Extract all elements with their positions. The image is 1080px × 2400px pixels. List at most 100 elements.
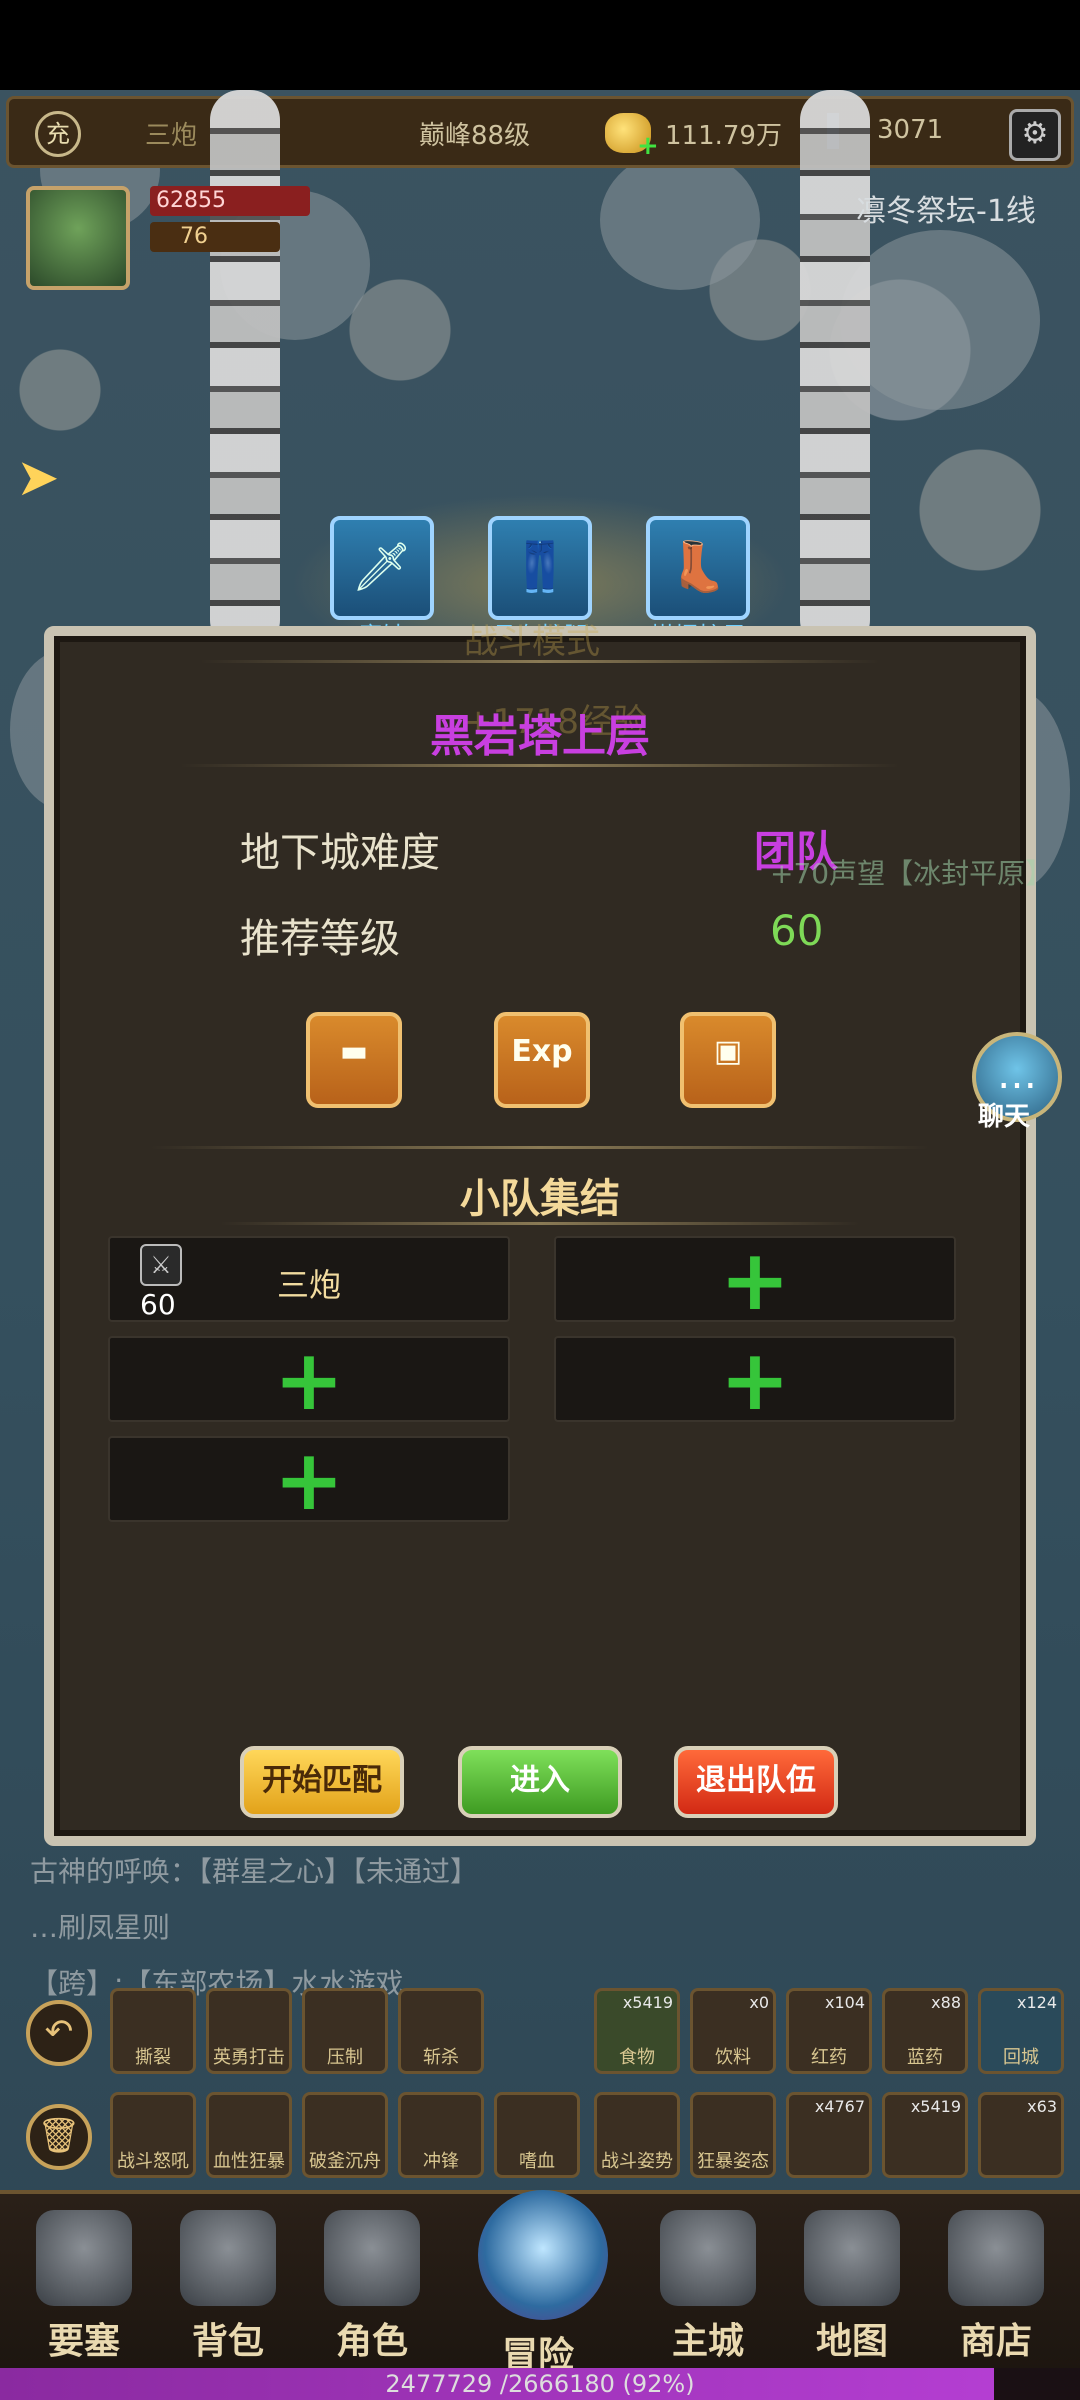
- nav-shop[interactable]: 商店: [936, 2210, 1056, 2362]
- item-label: 回城: [1003, 2047, 1039, 2068]
- gem-amount: 3071: [877, 115, 944, 145]
- nav-main-city[interactable]: 主城: [648, 2210, 768, 2362]
- skill-label: 血性狂暴: [213, 2151, 285, 2172]
- member-name: 三炮: [276, 1266, 341, 1304]
- left-chain: [210, 90, 280, 650]
- item-slot[interactable]: x63: [978, 2092, 1064, 2178]
- skill-bar-1: 撕裂 英勇打击 压制 斩杀 x5419 食物 x0 饮料 x104 红药 x88 蓝药 …: [110, 1988, 1070, 2078]
- divider: [200, 660, 880, 663]
- item-slot[interactable]: x5419: [882, 2092, 968, 2178]
- nav-label: 背包: [191, 2321, 264, 2362]
- divider: [220, 1222, 860, 1225]
- equip-slot-legs[interactable]: 👖: [488, 516, 592, 620]
- skill-bar-2: 战斗怒吼 血性狂暴 破釜沉舟 冲锋 嗜血 战斗姿势 狂暴姿态 x4767 x54…: [110, 2092, 1070, 2182]
- nav-label: 角色: [335, 2321, 408, 2362]
- fortress-icon: [36, 2210, 132, 2306]
- squad-title: 小队集结: [460, 1176, 620, 1222]
- backpack-icon: [180, 2210, 276, 2306]
- level-label: 推荐等级: [240, 916, 400, 962]
- nav-character[interactable]: 角色: [312, 2210, 432, 2362]
- skill-slot[interactable]: 血性狂暴: [206, 2092, 292, 2178]
- equip-slot-weapon[interactable]: 🗡: [330, 516, 434, 620]
- item-slot[interactable]: x4767: [786, 2092, 872, 2178]
- level-value: 60: [770, 906, 824, 955]
- skill-slot[interactable]: 战斗姿势: [594, 2092, 680, 2178]
- squad-slot-member[interactable]: ⚔ 60 三炮: [108, 1236, 510, 1322]
- chat-label: 聊天: [978, 1102, 1031, 1132]
- item-count: x124: [1016, 1993, 1057, 2012]
- skill-label: 破釜沉舟: [309, 2151, 381, 2172]
- add-member-icon: +: [719, 1331, 791, 1429]
- nav-label: 主城: [671, 2321, 744, 2362]
- settings-icon[interactable]: ⚙: [1009, 109, 1061, 161]
- add-member-icon: +: [273, 1431, 345, 1529]
- expand-arrow-icon[interactable]: ➤: [16, 448, 60, 508]
- skill-label: 冲锋: [423, 2151, 459, 2172]
- skill-label: 嗜血: [519, 2151, 555, 2172]
- player-avatar[interactable]: [26, 186, 130, 290]
- item-count: x63: [1027, 2097, 1057, 2116]
- nav-adventure[interactable]: 冒险: [478, 2190, 608, 2376]
- reward-exp[interactable]: Exp: [494, 1012, 590, 1108]
- add-member-icon: +: [719, 1231, 791, 1329]
- skill-slot[interactable]: 撕裂: [110, 1988, 196, 2074]
- skill-slot[interactable]: 英勇打击: [206, 1988, 292, 2074]
- skill-slot[interactable]: 战斗怒吼: [110, 2092, 196, 2178]
- item-slot[interactable]: x104 红药: [786, 1988, 872, 2074]
- nav-fortress[interactable]: 要塞: [24, 2210, 144, 2362]
- chat-line: 古神的呼唤：【群星之心】【未通过】: [30, 1855, 479, 1888]
- skill-slot[interactable]: 压制: [302, 1988, 388, 2074]
- nav-map[interactable]: 地图: [792, 2210, 912, 2362]
- skill-slot[interactable]: 狂暴姿态: [690, 2092, 776, 2178]
- skill-label: 战斗姿势: [601, 2151, 673, 2172]
- sword-icon: 🗡: [351, 539, 413, 595]
- recharge-button[interactable]: 充: [35, 111, 81, 157]
- item-count: x104: [824, 1993, 865, 2012]
- item-label: 食物: [619, 2047, 655, 2068]
- start-match-button[interactable]: 开始匹配: [240, 1746, 404, 1818]
- zone-name: 凛冬祭坛-1线: [856, 194, 1036, 229]
- squad-slot-empty[interactable]: +: [108, 1336, 510, 1422]
- undo-icon[interactable]: ↶: [26, 2000, 92, 2066]
- item-count: x0: [749, 1993, 769, 2012]
- top-status-bar: 充 三炮 巅峰88级 + 111.79万 3071 ⚙: [6, 96, 1074, 168]
- reward-chest[interactable]: ▣: [680, 1012, 776, 1108]
- skill-label: 狂暴姿态: [697, 2151, 769, 2172]
- item-slot[interactable]: x124 回城: [978, 1988, 1064, 2074]
- exp-icon: Exp: [511, 1034, 573, 1069]
- skill-slot[interactable]: 破釜沉舟: [302, 2092, 388, 2178]
- leave-team-button[interactable]: 退出队伍: [674, 1746, 838, 1818]
- nav-label: 商店: [959, 2321, 1032, 2362]
- helmet-icon: [324, 2210, 420, 2306]
- chat-line: …刷凤星则: [30, 1911, 171, 1944]
- squad-slot-empty[interactable]: +: [554, 1236, 956, 1322]
- skill-slot[interactable]: 嗜血: [494, 2092, 580, 2178]
- skill-label: 撕裂: [135, 2047, 171, 2068]
- skill-slot[interactable]: 斩杀: [398, 1988, 484, 2074]
- item-count: x88: [931, 1993, 961, 2012]
- item-slot[interactable]: x88 蓝药: [882, 1988, 968, 2074]
- portal-icon: [478, 2190, 608, 2320]
- right-chain: [800, 90, 870, 650]
- mana-bar: 76: [150, 222, 280, 252]
- player-name: 三炮: [145, 121, 198, 151]
- trash-icon[interactable]: 🗑: [26, 2104, 92, 2170]
- nav-backpack[interactable]: 背包: [168, 2210, 288, 2362]
- enter-button[interactable]: 进入: [458, 1746, 622, 1818]
- item-slot[interactable]: x5419 食物: [594, 1988, 680, 2074]
- scroll-map-icon: [804, 2210, 900, 2306]
- add-gold-icon[interactable]: +: [637, 131, 659, 161]
- item-slot[interactable]: x0 饮料: [690, 1988, 776, 2074]
- ghost-mode-text: 战斗模式: [464, 622, 600, 662]
- nav-label: 要塞: [47, 2321, 120, 2362]
- item-label: 饮料: [715, 2047, 751, 2068]
- reward-gold[interactable]: ▬: [306, 1012, 402, 1108]
- equip-slot-feet[interactable]: 👢: [646, 516, 750, 620]
- speech-bubble-icon: …: [997, 1052, 1037, 1098]
- dungeon-title: 黑岩塔上层: [430, 711, 650, 762]
- divider: [150, 1146, 930, 1149]
- item-label: 红药: [811, 2047, 847, 2068]
- squad-slot-empty[interactable]: +: [108, 1436, 510, 1522]
- squad-slot-empty[interactable]: +: [554, 1336, 956, 1422]
- skill-slot[interactable]: 冲锋: [398, 2092, 484, 2178]
